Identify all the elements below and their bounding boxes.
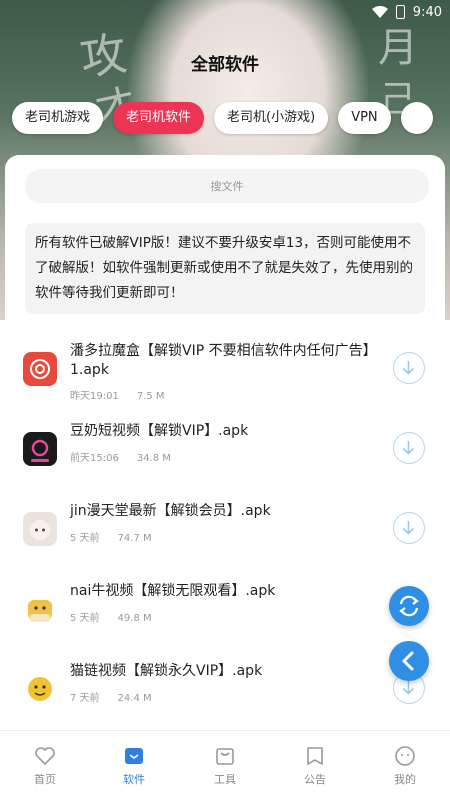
content-sheet: 所有软件已破解VIP版！建议不要升级安卓13，否则可能使用不了破解版！如软件强制… bbox=[5, 155, 445, 725]
app-meta: 7 天前 24.4 M bbox=[70, 689, 152, 704]
app-time: 7 天前 bbox=[70, 693, 100, 704]
smile-icon bbox=[395, 746, 415, 766]
nav-label: 我的 bbox=[394, 773, 416, 786]
tab-more-partial[interactable] bbox=[400, 102, 433, 134]
app-time: 5 天前 bbox=[70, 613, 100, 624]
app-meta: 昨天19:01 7.5 M bbox=[70, 387, 165, 402]
download-arrow-icon bbox=[402, 361, 415, 375]
list-item[interactable]: 豆奶短视频【解锁VIP】.apk 前天15:06 34.8 M bbox=[5, 420, 445, 480]
list-item[interactable]: 潘多拉魔盒【解锁VIP 不要相信软件内任何广告】1.apk 昨天19:01 7.5… bbox=[5, 340, 445, 402]
app-time: 5 天前 bbox=[70, 533, 100, 544]
app-size: 7.5 M bbox=[136, 391, 165, 402]
app-name: 潘多拉魔盒【解锁VIP 不要相信软件内任何广告】1.apk bbox=[70, 343, 370, 378]
nav-mine[interactable]: 我的 bbox=[370, 745, 440, 787]
app-meta: 前天15:06 34.8 M bbox=[70, 449, 171, 464]
tool-bag-icon bbox=[216, 748, 234, 765]
list-item[interactable]: nai牛视频【解锁无限观看】.apk 5 天前 49.8 M bbox=[5, 580, 445, 640]
tab-driver-software[interactable]: 老司机软件 bbox=[113, 102, 205, 134]
download-button[interactable] bbox=[393, 352, 425, 384]
chevron-left-icon bbox=[402, 651, 414, 671]
software-icon bbox=[125, 748, 143, 764]
nav-tools[interactable]: 工具 bbox=[190, 745, 260, 787]
app-size: 24.4 M bbox=[117, 693, 152, 704]
app-meta: 5 天前 49.8 M bbox=[70, 609, 152, 624]
nav-announcements[interactable]: 公告 bbox=[280, 745, 350, 787]
download-button[interactable] bbox=[393, 432, 425, 464]
download-button[interactable] bbox=[393, 512, 425, 544]
back-button[interactable] bbox=[389, 641, 429, 681]
app-size: 49.8 M bbox=[117, 613, 152, 624]
app-name: 豆奶短视频【解锁VIP】.apk bbox=[70, 423, 249, 439]
tab-driver-mini-games[interactable]: 老司机(小游戏) bbox=[214, 102, 329, 134]
app-time: 昨天19:01 bbox=[70, 391, 119, 402]
list-item[interactable]: 猫链视频【解锁永久VIP】.apk 7 天前 24.4 M bbox=[5, 660, 445, 720]
nav-label: 公告 bbox=[304, 773, 326, 786]
tab-vpn[interactable]: VPN bbox=[338, 102, 391, 134]
bottom-nav: 首页 软件 工具 公告 我的 bbox=[0, 730, 450, 801]
app-time: 前天15:06 bbox=[70, 453, 119, 464]
cat-icon bbox=[23, 672, 57, 706]
page-title: 全部软件 bbox=[191, 55, 259, 75]
download-arrow-icon bbox=[402, 441, 415, 455]
status-bar: 9:40 bbox=[371, 2, 442, 22]
app-meta: 5 天前 74.7 M bbox=[70, 529, 152, 544]
list-item[interactable]: jin漫天堂最新【解锁会员】.apk 5 天前 74.7 M bbox=[5, 500, 445, 560]
nav-software[interactable]: 软件 bbox=[99, 745, 169, 787]
battery-icon bbox=[395, 5, 405, 19]
app-size: 34.8 M bbox=[136, 453, 171, 464]
wifi-icon bbox=[371, 6, 388, 18]
nav-label: 首页 bbox=[34, 773, 56, 786]
tab-driver-games[interactable]: 老司机游戏 bbox=[12, 102, 104, 134]
app-name: nai牛视频【解锁无限观看】.apk bbox=[70, 583, 276, 599]
refresh-icon bbox=[399, 595, 419, 617]
anime-girl-icon bbox=[23, 512, 57, 546]
refresh-button[interactable] bbox=[389, 586, 429, 626]
search-input[interactable] bbox=[25, 169, 429, 203]
bookmark-icon bbox=[307, 747, 323, 766]
pandora-icon bbox=[23, 352, 57, 386]
heart-icon bbox=[35, 747, 55, 766]
cow-icon bbox=[23, 592, 57, 626]
app-name: jin漫天堂最新【解锁会员】.apk bbox=[70, 503, 271, 519]
app-name: 猫链视频【解锁永久VIP】.apk bbox=[70, 663, 263, 679]
app-size: 74.7 M bbox=[117, 533, 152, 544]
category-tabs: 老司机游戏 老司机软件 老司机(小游戏) VPN bbox=[12, 102, 433, 134]
nav-label: 软件 bbox=[123, 773, 145, 786]
dounai-icon bbox=[23, 432, 57, 466]
nav-home[interactable]: 首页 bbox=[10, 745, 80, 787]
download-arrow-icon bbox=[402, 521, 415, 535]
status-time: 9:40 bbox=[412, 4, 442, 20]
nav-label: 工具 bbox=[214, 773, 236, 786]
notice-text: 所有软件已破解VIP版！建议不要升级安卓13，否则可能使用不了破解版！如软件强制… bbox=[25, 223, 425, 314]
